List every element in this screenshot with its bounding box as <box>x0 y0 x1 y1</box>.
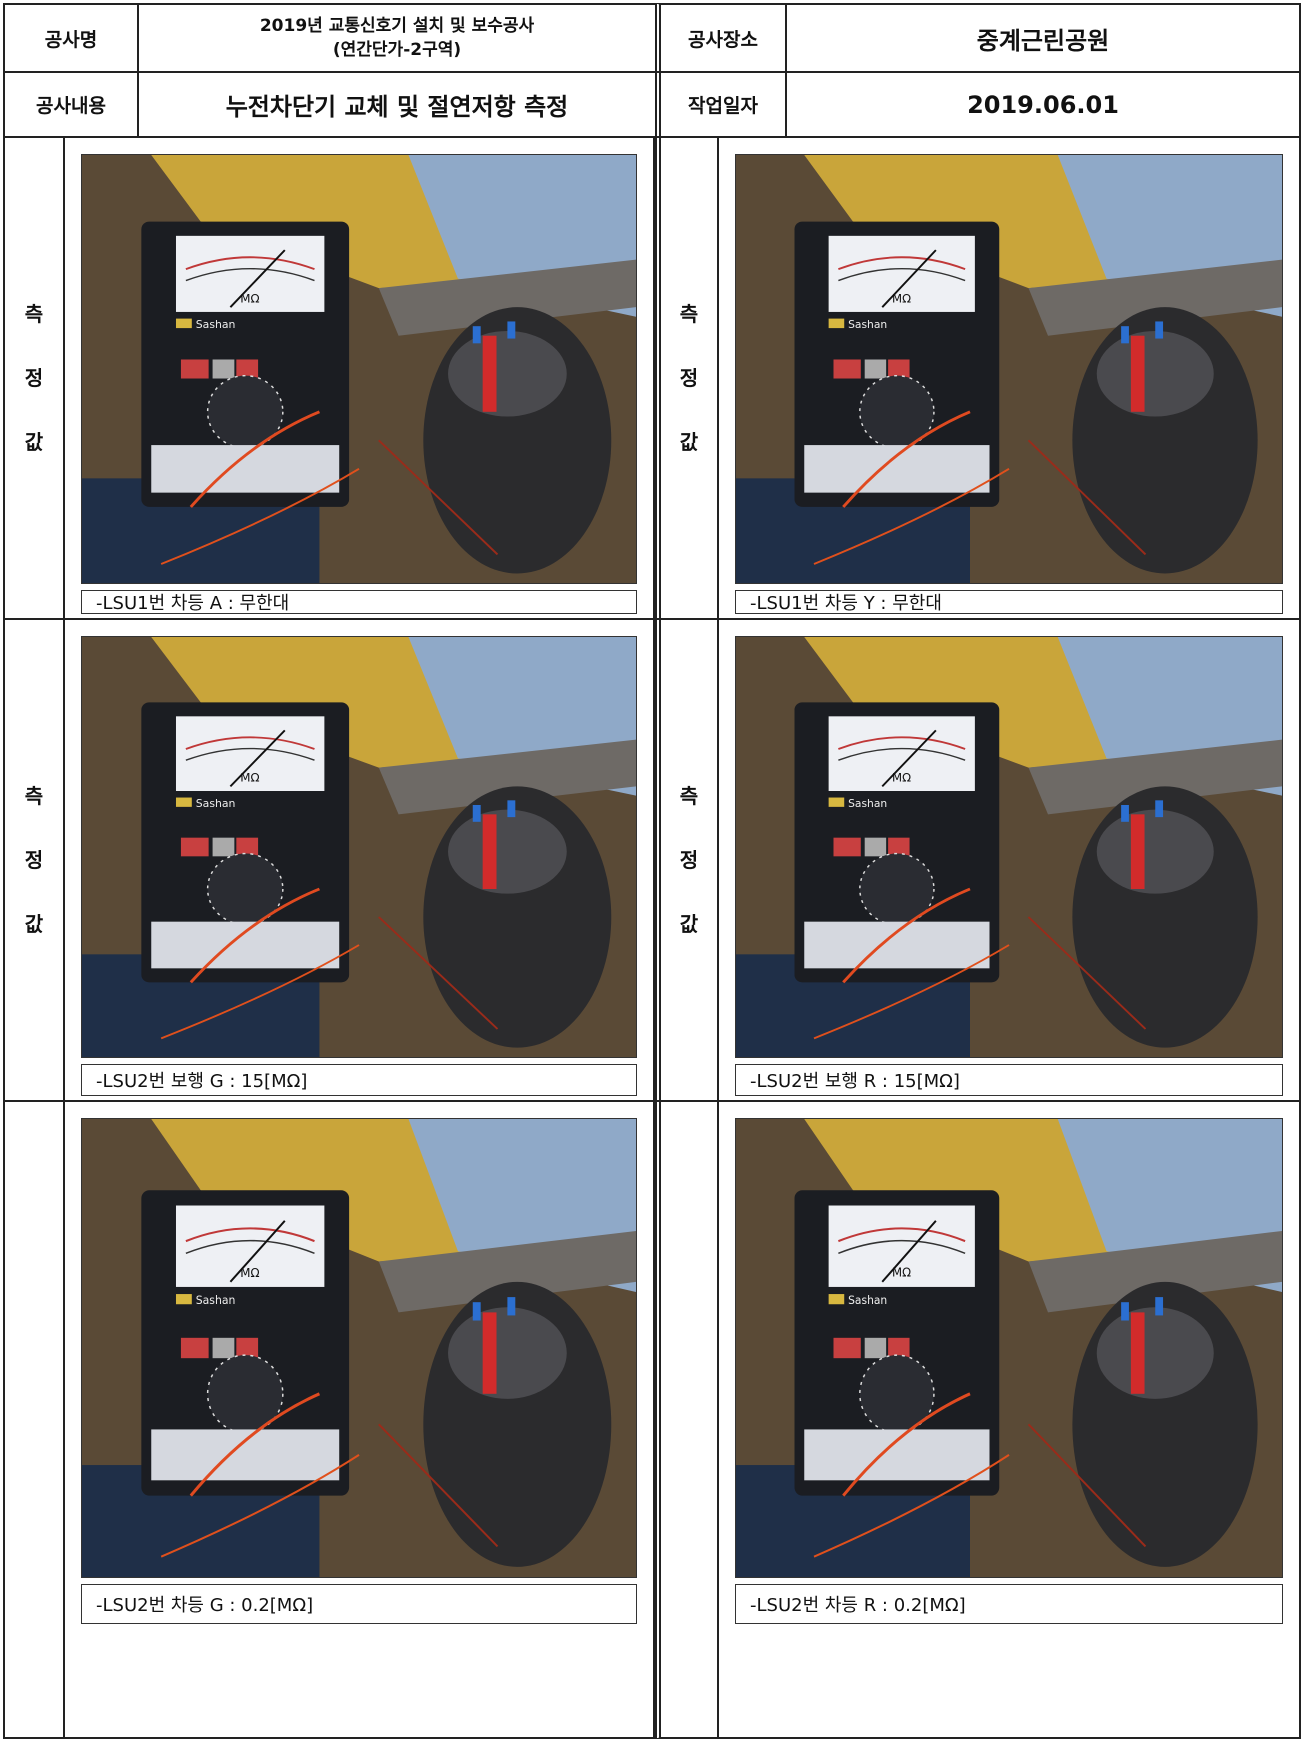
photo-caption: -LSU2번 보행 G : 15[MΩ] <box>81 1064 637 1096</box>
meter-brand-label: Sashan <box>848 319 887 331</box>
photo-caption: -LSU1번 차등 A : 무한대 <box>81 590 637 614</box>
measurement-label-char: 측 <box>24 784 44 808</box>
meter-brand-label: Sashan <box>196 798 236 810</box>
project-name-value: 2019년 교통신호기 설치 및 보수공사 (연간단가-2구역) <box>137 3 657 73</box>
photo-panel: MΩ Sashan -LSU2번 차등 G : 0.2[MΩ] <box>63 1100 655 1739</box>
measurement-label-char: 값 <box>24 430 44 454</box>
photo-caption: -LSU2번 보행 R : 15[MΩ] <box>735 1064 1283 1096</box>
photo-panel: MΩ Sashan -LSU2번 보행 R : 15[MΩ] <box>717 618 1301 1102</box>
meter-unit-label: MΩ <box>892 292 911 306</box>
measurement-label-cell: 측정값 <box>655 618 719 1102</box>
work-date-label: 작업일자 <box>655 71 787 138</box>
work-content-label: 공사내용 <box>3 71 139 138</box>
meter-unit-label: MΩ <box>892 1266 911 1280</box>
measurement-label-cell <box>655 1100 719 1739</box>
meter-brand-label: Sashan <box>848 798 887 810</box>
measurement-label-cell: 측정값 <box>3 136 65 620</box>
meter-brand-label: Sashan <box>196 1294 236 1307</box>
measurement-label-char: 값 <box>679 912 699 936</box>
photo-panel: MΩ Sashan -LSU1번 차등 A : 무한대 <box>63 136 655 620</box>
site-label: 공사장소 <box>655 3 787 73</box>
site-value: 중계근린공원 <box>785 3 1301 73</box>
measurement-photo: MΩ Sashan <box>81 636 637 1058</box>
measurement-label-cell: 측정값 <box>3 618 65 1102</box>
photo-caption: -LSU2번 차등 R : 0.2[MΩ] <box>735 1584 1283 1624</box>
measurement-photo: MΩ Sashan <box>735 636 1283 1058</box>
meter-brand-label: Sashan <box>848 1294 887 1307</box>
inspection-photo-sheet: 공사명 2019년 교통신호기 설치 및 보수공사 (연간단가-2구역) 공사장… <box>0 0 1304 1739</box>
header-table: 공사명 2019년 교통신호기 설치 및 보수공사 (연간단가-2구역) 공사장… <box>3 3 1301 138</box>
photo-caption: -LSU2번 차등 G : 0.2[MΩ] <box>81 1584 637 1624</box>
meter-brand-label: Sashan <box>196 318 236 331</box>
measurement-label-cell: 측정값 <box>655 136 719 620</box>
measurement-photo: MΩ Sashan <box>81 154 637 584</box>
measurement-label-char: 측 <box>679 784 699 808</box>
photo-panel: MΩ Sashan -LSU2번 보행 G : 15[MΩ] <box>63 618 655 1102</box>
project-name-line1: 2019년 교통신호기 설치 및 보수공사 <box>259 16 535 36</box>
work-content-value: 누전차단기 교체 및 절연저항 측정 <box>137 71 657 138</box>
measurement-label-char: 값 <box>24 912 44 936</box>
photo-panel: MΩ Sashan -LSU2번 차등 R : 0.2[MΩ] <box>717 1100 1301 1739</box>
project-name-label: 공사명 <box>3 3 139 73</box>
measurement-label-char: 측 <box>24 302 44 326</box>
measurement-label-char: 측 <box>679 302 699 326</box>
measurement-label-char: 정 <box>24 366 44 390</box>
measurement-photo: MΩ Sashan <box>735 1118 1283 1578</box>
measurement-photo: MΩ Sashan <box>81 1118 637 1578</box>
measurement-label-char: 정 <box>679 366 699 390</box>
meter-unit-label: MΩ <box>240 1266 259 1280</box>
meter-unit-label: MΩ <box>892 771 911 785</box>
project-name-line2: (연간단가-2구역) <box>332 40 462 60</box>
measurement-label-char: 정 <box>24 848 44 872</box>
measurement-label-char: 정 <box>679 848 699 872</box>
photo-panel: MΩ Sashan -LSU1번 차등 Y : 무한대 <box>717 136 1301 620</box>
photo-grid: 측정값 MΩ Sashan -LSU1번 차등 A : 무한대 측 정 값 MΩ Sa… <box>3 136 1301 1739</box>
work-date-value: 2019.06.01 <box>785 71 1301 138</box>
measurement-label-cell <box>3 1100 65 1739</box>
photo-caption: -LSU1번 차등 Y : 무한대 <box>735 590 1283 614</box>
measurement-photo: MΩ Sashan <box>735 154 1283 584</box>
meter-unit-label: MΩ <box>240 292 259 306</box>
measurement-label-char: 값 <box>679 430 699 454</box>
meter-unit-label: MΩ <box>240 771 259 785</box>
